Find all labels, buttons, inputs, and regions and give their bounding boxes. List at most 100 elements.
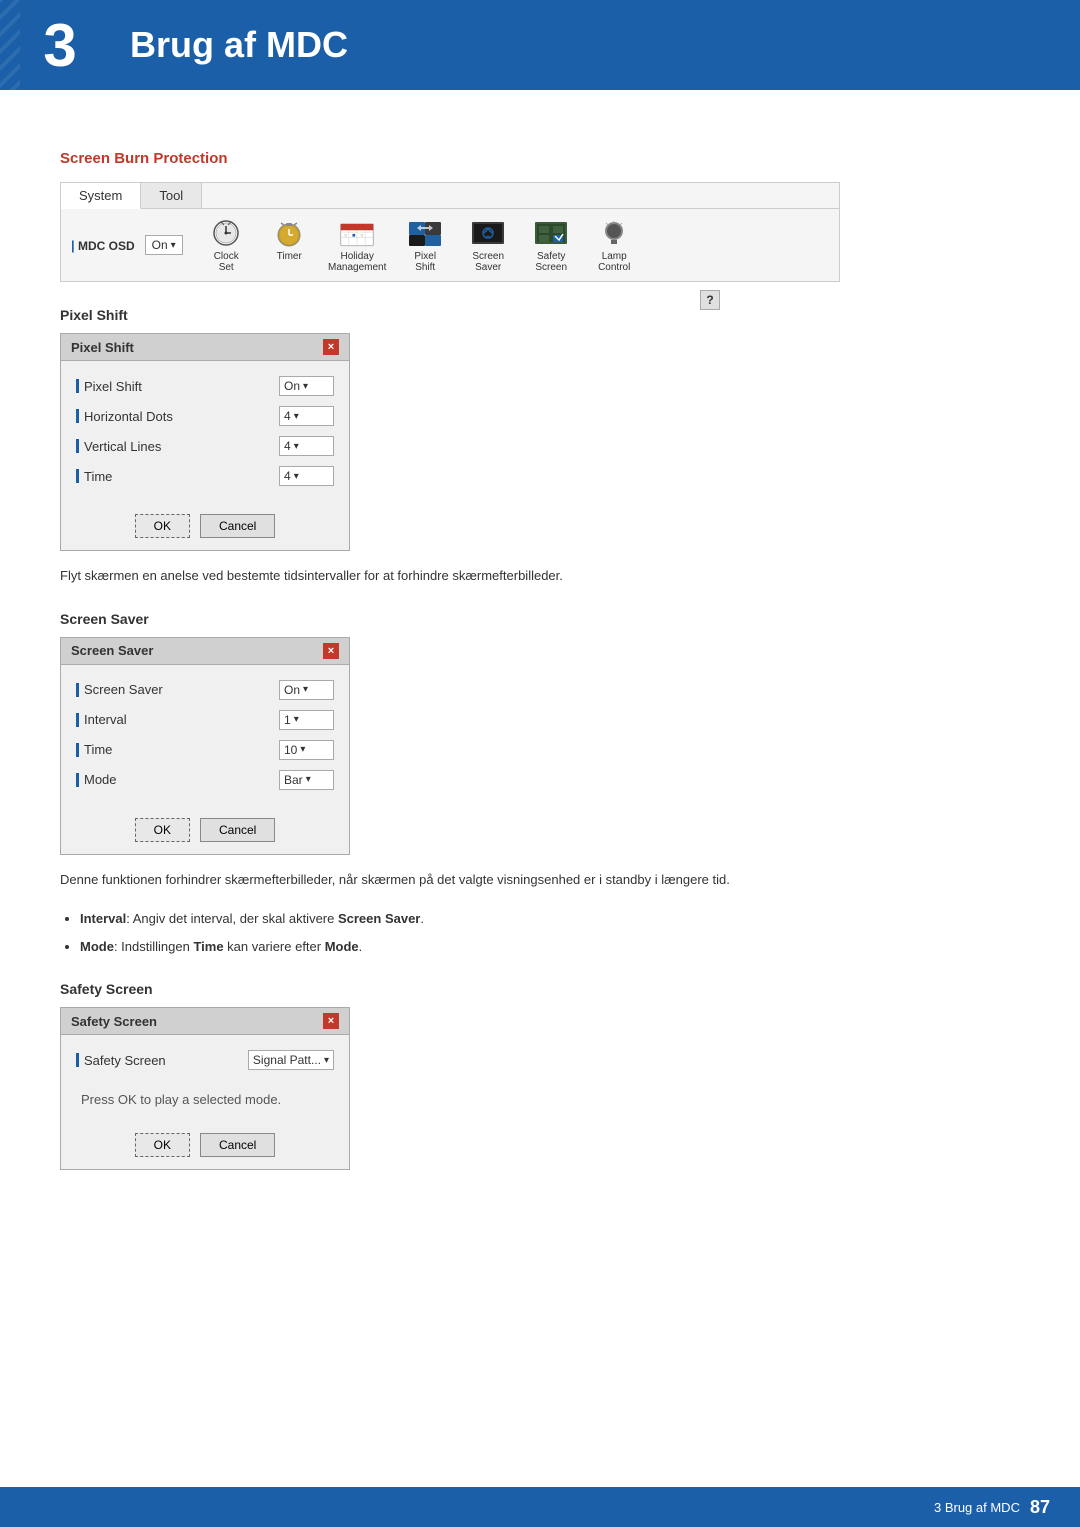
vertical-lines-dropdown[interactable]: 4 ▾ (279, 436, 334, 456)
pixel-shift-close-button[interactable]: × (323, 339, 339, 355)
pixel-shift-description: Flyt skærmen en anelse ved bestemte tids… (60, 566, 1020, 586)
toolbar-body: | MDC OSD On ▾ (61, 209, 839, 281)
safety-screen-close-button[interactable]: × (323, 1013, 339, 1029)
screen-saver-cancel-button[interactable]: Cancel (200, 818, 275, 842)
pixel-shift-section-title: Pixel Shift (60, 307, 1020, 323)
footer: 3 Brug af MDC 87 (0, 1487, 1080, 1527)
screen-saver-titlebar: Screen Saver × (61, 638, 349, 665)
dropdown-arrow-icon: ▾ (171, 240, 176, 251)
time-ss-dropdown[interactable]: 10 ▾ (279, 740, 334, 760)
dialog-row-safety-screen: Safety Screen Signal Patt... ▾ (76, 1050, 334, 1070)
lamp-control-icon (595, 217, 633, 249)
chevron-down-icon: ▾ (324, 1055, 329, 1066)
timer-icon (270, 217, 308, 249)
screen-saver-dialog: Screen Saver × Screen Saver On ▾ Interva… (60, 637, 350, 855)
safety-screen-ok-button[interactable]: OK (135, 1133, 190, 1157)
lamp-control-label1: Lamp (602, 251, 627, 262)
toolbar-items: Clock Set (199, 217, 642, 273)
pixel-shift-icon (406, 217, 444, 249)
footer-text: 3 Brug af MDC (934, 1500, 1020, 1515)
dialog-row-mode: Mode Bar ▾ (76, 770, 334, 790)
screen-saver-section-title: Screen Saver (60, 611, 1020, 627)
row-indicator (76, 683, 79, 697)
pixel-shift-label1: Pixel (414, 251, 436, 262)
safety-screen-footer: OK Cancel (61, 1125, 349, 1169)
chevron-down-icon: ▾ (294, 441, 299, 452)
safety-screen-value-dropdown[interactable]: Signal Patt... ▾ (248, 1050, 334, 1070)
pixel-shift-body: Pixel Shift On ▾ Horizontal Dots 4 ▾ (61, 361, 349, 506)
clock-set-label: Clock (214, 251, 239, 262)
footer-page: 87 (1030, 1497, 1050, 1518)
bullet-list: Interval: Angiv det interval, der skal a… (80, 909, 1020, 956)
chevron-down-icon: ▾ (306, 774, 311, 785)
toolbar-panel: System Tool | MDC OSD On ▾ (60, 182, 840, 282)
toolbar-item-pixel-shift[interactable]: Pixel Shift (398, 217, 453, 273)
screen-saver-ok-button[interactable]: OK (135, 818, 190, 842)
screen-saver-close-button[interactable]: × (323, 643, 339, 659)
mdc-osd-label: | MDC OSD (71, 238, 135, 253)
screen-saver-body: Screen Saver On ▾ Interval 1 ▾ (61, 665, 349, 810)
chevron-down-icon: ▾ (303, 684, 308, 695)
toolbar-item-holiday[interactable]: Holiday Management (325, 217, 390, 273)
help-button[interactable]: ? (700, 290, 720, 310)
row-indicator (76, 713, 79, 727)
horizontal-dots-dropdown[interactable]: 4 ▾ (279, 406, 334, 426)
pixel-shift-cancel-button[interactable]: Cancel (200, 514, 275, 538)
clock-set-icon (207, 217, 245, 249)
chevron-down-icon: ▾ (294, 714, 299, 725)
interval-term: Interval (80, 911, 126, 926)
toolbar-item-clock-set[interactable]: Clock Set (199, 217, 254, 273)
safety-screen-section-title: Safety Screen (60, 981, 1020, 997)
screen-saver-label1: Screen (472, 251, 504, 262)
bullet-mode: Mode: Indstillingen Time kan variere eft… (80, 937, 1020, 957)
safety-screen-note: Press OK to play a selected mode. (76, 1080, 334, 1115)
pixel-shift-dialog: Pixel Shift × Pixel Shift On ▾ Horizonta… (60, 333, 350, 551)
mode-term: Mode (80, 939, 114, 954)
toolbar-item-lamp-control[interactable]: Lamp Control (587, 217, 642, 273)
main-content: Screen Burn Protection System Tool | MDC… (0, 90, 1080, 1245)
dialog-row-screen-saver: Screen Saver On ▾ (76, 680, 334, 700)
row-indicator (76, 469, 79, 483)
tab-system[interactable]: System (61, 183, 141, 209)
row-indicator (76, 439, 79, 453)
screen-saver-footer: OK Cancel (61, 810, 349, 854)
toolbar-item-screen-saver[interactable]: Screen Saver (461, 217, 516, 273)
pixel-shift-footer: OK Cancel (61, 506, 349, 550)
safety-screen-cancel-button[interactable]: Cancel (200, 1133, 275, 1157)
row-indicator (76, 409, 79, 423)
pixel-shift-titlebar: Pixel Shift × (61, 334, 349, 361)
chevron-down-icon: ▾ (294, 411, 299, 422)
pixel-shift-value-dropdown[interactable]: On ▾ (279, 376, 334, 396)
chevron-down-icon: ▾ (300, 744, 305, 755)
toolbar-item-safety-screen[interactable]: Safety Screen (524, 217, 579, 273)
chapter-number: 3 (20, 0, 100, 90)
bullet-interval: Interval: Angiv det interval, der skal a… (80, 909, 1020, 929)
dialog-row-interval: Interval 1 ▾ (76, 710, 334, 730)
safety-screen-titlebar: Safety Screen × (61, 1008, 349, 1035)
safety-screen-icon (532, 217, 570, 249)
tab-tool[interactable]: Tool (141, 183, 202, 208)
row-indicator (76, 743, 79, 757)
screen-saver-value-dropdown[interactable]: On ▾ (279, 680, 334, 700)
interval-dropdown[interactable]: 1 ▾ (279, 710, 334, 730)
page-title: Brug af MDC (130, 24, 348, 66)
holiday-label1: Holiday (341, 251, 374, 262)
screen-saver-icon (469, 217, 507, 249)
chevron-down-icon: ▾ (294, 471, 299, 482)
safety-screen-label1: Safety (537, 251, 565, 262)
safety-screen-body: Safety Screen Signal Patt... ▾ Press OK … (61, 1035, 349, 1125)
dialog-row-time: Time 4 ▾ (76, 466, 334, 486)
time-dropdown[interactable]: 4 ▾ (279, 466, 334, 486)
dialog-row-horizontal-dots: Horizontal Dots 4 ▾ (76, 406, 334, 426)
row-indicator (76, 773, 79, 787)
mdc-osd-dropdown[interactable]: On ▾ (145, 235, 183, 255)
toolbar-item-timer[interactable]: Timer (262, 217, 317, 273)
dialog-row-time-ss: Time 10 ▾ (76, 740, 334, 760)
chevron-down-icon: ▾ (303, 381, 308, 392)
screen-saver-description: Denne funktionen forhindrer skærmefterbi… (60, 870, 1020, 890)
mode-dropdown[interactable]: Bar ▾ (279, 770, 334, 790)
pixel-shift-ok-button[interactable]: OK (135, 514, 190, 538)
safety-screen-dialog: Safety Screen × Safety Screen Signal Pat… (60, 1007, 350, 1170)
holiday-icon (338, 217, 376, 249)
header-bar: 3 Brug af MDC (0, 0, 1080, 90)
